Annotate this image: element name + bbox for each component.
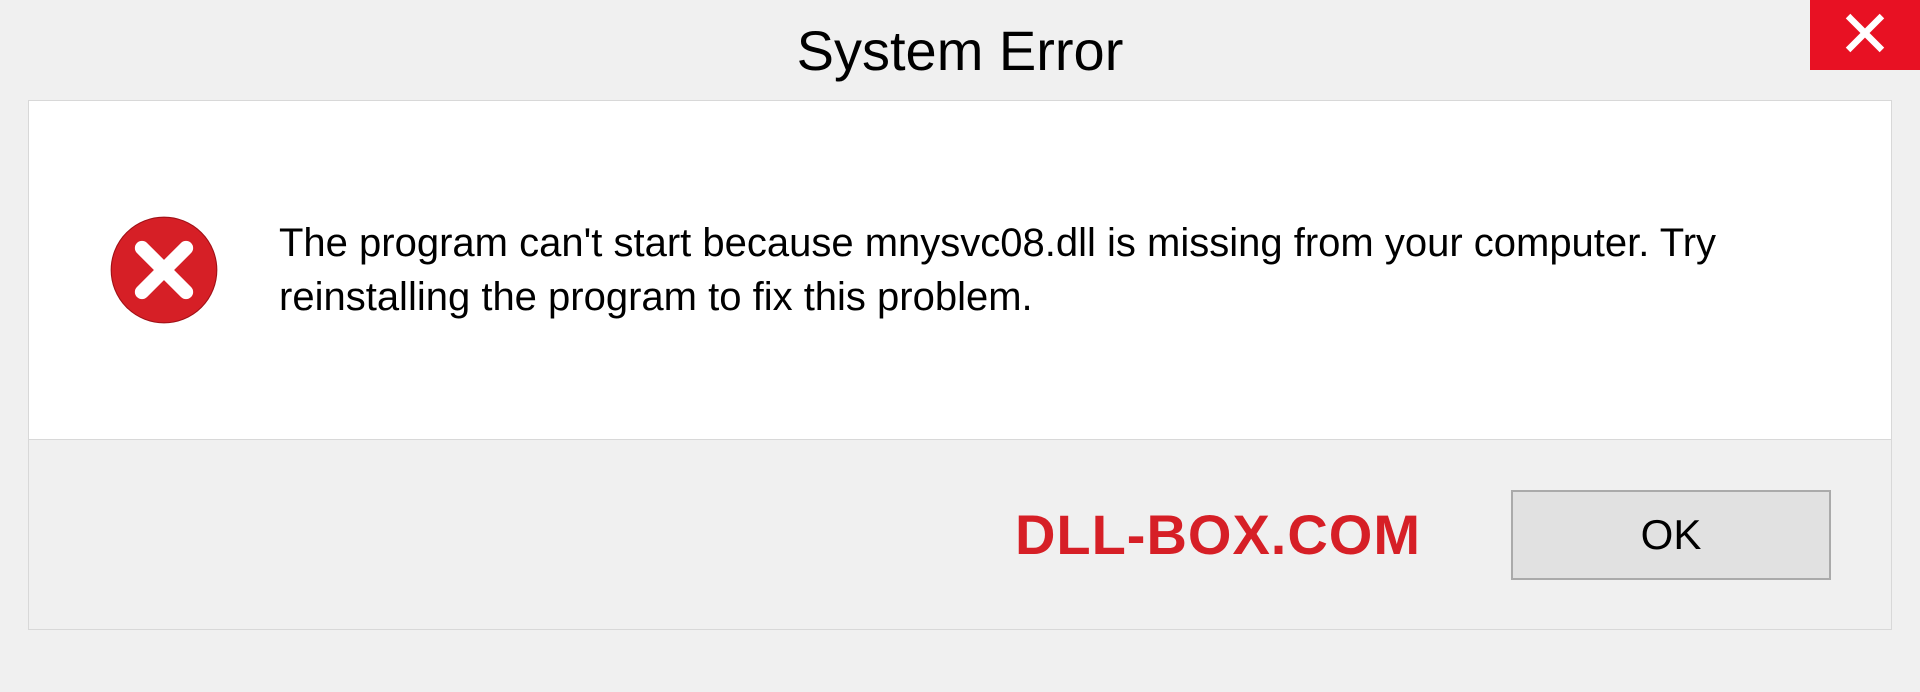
dialog-footer: DLL-BOX.COM OK <box>28 440 1892 630</box>
watermark-text: DLL-BOX.COM <box>1015 502 1421 567</box>
titlebar: System Error <box>0 0 1920 100</box>
close-icon <box>1843 11 1887 60</box>
dialog-title: System Error <box>797 18 1124 83</box>
error-circle-x-icon <box>109 215 219 325</box>
error-message: The program can't start because mnysvc08… <box>279 216 1831 324</box>
close-button[interactable] <box>1810 0 1920 70</box>
ok-button[interactable]: OK <box>1511 490 1831 580</box>
dialog-content: The program can't start because mnysvc08… <box>28 100 1892 440</box>
